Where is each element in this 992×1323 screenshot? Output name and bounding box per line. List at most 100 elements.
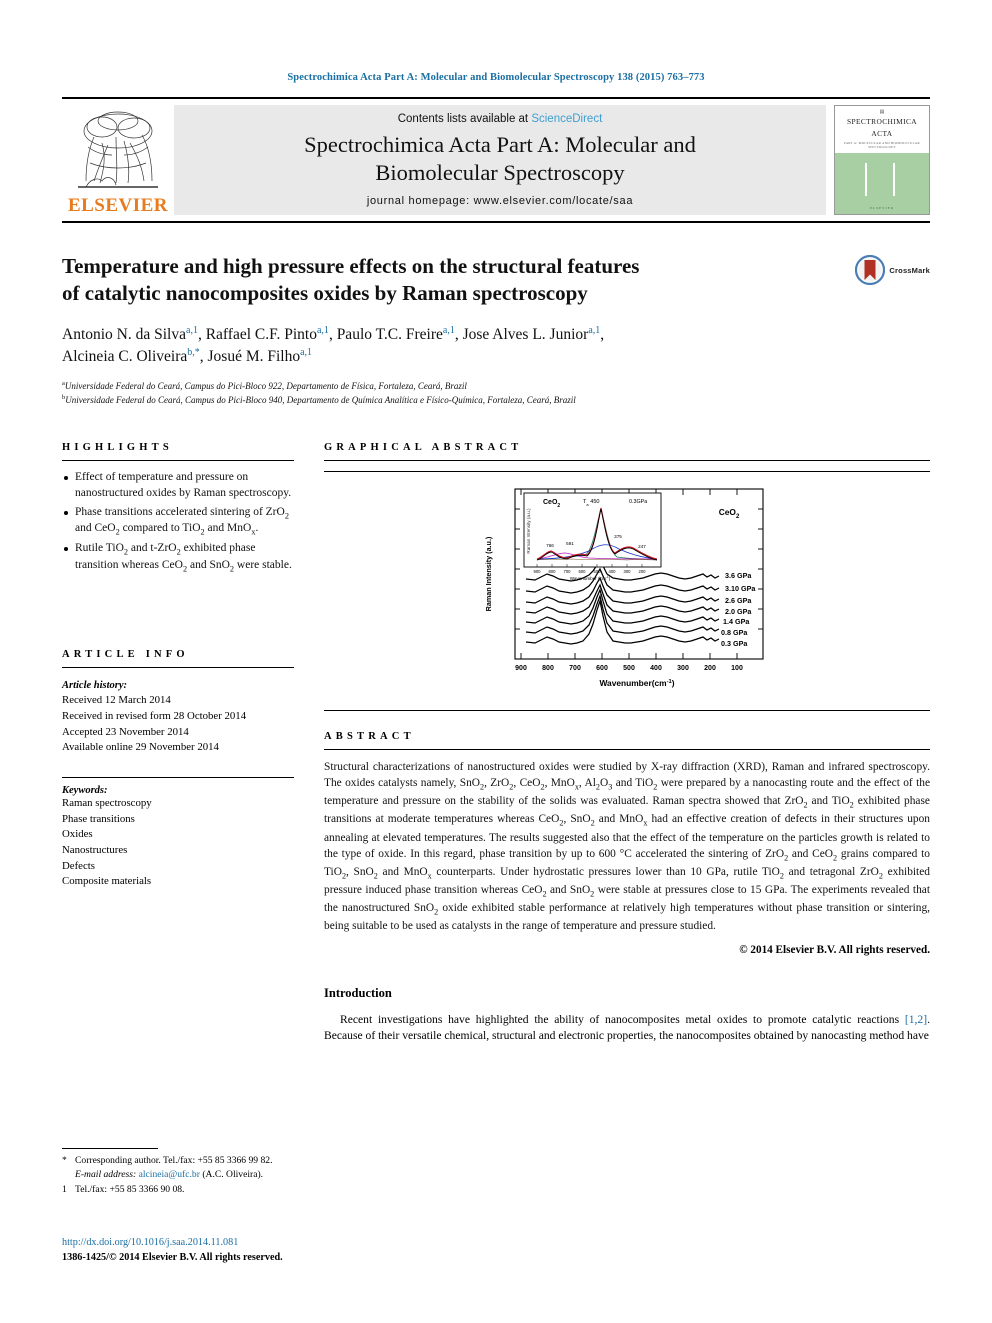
- corresponding-author-text: Corresponding author. Tel./fax: +55 85 3…: [75, 1155, 273, 1166]
- doi-link[interactable]: http://dx.doi.org/10.1016/j.saa.2014.11.…: [62, 1235, 283, 1250]
- svg-text:900: 900: [534, 569, 542, 574]
- author-item[interactable]: Antonio N. da Silvaa,1: [62, 324, 198, 343]
- affiliation-item: aUniversidade Federal do Ceará, Campus d…: [62, 379, 930, 394]
- cover-subtitle: PART A: MOLECULAR AND BIOMOLECULAR SPECT…: [844, 141, 920, 150]
- author-item[interactable]: Josué M. Filhoa,1: [208, 347, 313, 365]
- author-sep: ,: [197, 325, 206, 343]
- svg-text:600: 600: [596, 665, 608, 672]
- divider: [324, 459, 930, 461]
- footnote-mark-1: 1: [62, 1183, 67, 1195]
- sciencedirect-link[interactable]: ScienceDirect: [531, 113, 602, 125]
- series-label-0: 3.6 GPa: [725, 571, 752, 580]
- inset-ylabel: Raman Intensity (a.u.): [526, 508, 531, 554]
- list-item: Phase transitions: [62, 812, 135, 825]
- cover-title-line2: ACTA: [871, 128, 893, 138]
- crossmark-badge[interactable]: CrossMark: [855, 255, 930, 285]
- introduction-paragraph: Recent investigations have highlighted t…: [324, 1012, 930, 1045]
- email-link[interactable]: alcineia@ufc.br: [139, 1169, 200, 1180]
- list-item: Rutile TiO2 and t-ZrO2 exhibited phase t…: [62, 541, 294, 574]
- highlights-heading: HIGHLIGHTS: [62, 441, 173, 453]
- article-info-block: ARTICLE INFO Article history: Received 1…: [62, 649, 294, 889]
- affiliation-list: aUniversidade Federal do Ceará, Campus d…: [62, 379, 930, 408]
- svg-text:500: 500: [594, 569, 602, 574]
- journal-homepage[interactable]: journal homepage: www.elsevier.com/locat…: [367, 195, 633, 207]
- author-name: Paulo T.C. Freire: [336, 325, 443, 343]
- paper-page: Spectrochimica Acta Part A: Molecular an…: [0, 0, 992, 1323]
- author-sep: ,: [454, 325, 463, 343]
- divider: [62, 777, 294, 778]
- svg-text:500: 500: [623, 665, 635, 672]
- author-item[interactable]: Alcineia C. Oliveirab,*: [62, 347, 200, 366]
- author-marks: a,1: [442, 324, 455, 336]
- journal-title: Spectrochimica Acta Part A: Molecular an…: [304, 131, 696, 186]
- author-marks: a,1: [316, 324, 329, 336]
- list-item: Received 12 March 2014: [62, 694, 171, 707]
- article-history: Article history: Received 12 March 2014 …: [62, 678, 294, 756]
- article-history-list: Received 12 March 2014 Received in revis…: [62, 693, 294, 756]
- page-title: Temperature and high pressure effects on…: [62, 253, 762, 308]
- keywords-list: Raman spectroscopy Phase transitions Oxi…: [62, 796, 294, 890]
- cover-title-line1: SPECTROCHIMICA: [846, 117, 918, 126]
- journal-masthead: ELSEVIER Contents lists available at Sci…: [62, 97, 930, 223]
- introduction-region: Introduction Recent investigations have …: [62, 986, 930, 1045]
- list-item: Nanostructures: [62, 843, 128, 856]
- affiliation-text: Universidade Federal do Ceará, Campus do…: [65, 395, 576, 406]
- keywords-block: Keywords: Raman spectroscopy Phase trans…: [62, 768, 294, 890]
- cover-footer: ELSEVIER: [869, 206, 894, 210]
- raman-spectra-chart: Raman Intensity (a.u.) 900 800 700 600 5…: [484, 488, 764, 688]
- crossmark-icon: [855, 255, 886, 285]
- author-marks: a,1: [588, 324, 601, 336]
- elsevier-logo: ELSEVIER: [62, 105, 174, 215]
- svg-text:400: 400: [609, 569, 617, 574]
- intro-left-spacer: [62, 986, 294, 1045]
- svg-text:600: 600: [579, 569, 587, 574]
- svg-text:900: 900: [515, 665, 527, 672]
- svg-text:300: 300: [677, 665, 689, 672]
- author-item[interactable]: Jose Alves L. Juniora,1: [463, 324, 601, 343]
- abstract-heading: ABSTRACT: [324, 730, 415, 742]
- author-item[interactable]: Raffael C.F. Pintoa,1: [205, 324, 329, 343]
- inset-peak-label-1: 591: [566, 541, 574, 546]
- author-sep: ,: [328, 325, 337, 343]
- title-block: CrossMark Temperature and high pressure …: [62, 253, 930, 408]
- author-marks: a,1: [186, 324, 198, 336]
- author-name: Raffael C.F. Pinto: [205, 325, 317, 343]
- list-item: Available online 29 November 2014: [62, 741, 219, 754]
- inset-peak-label-2: 375: [614, 534, 622, 539]
- affiliation-item: bUniversidade Federal do Ceará, Campus d…: [62, 393, 930, 408]
- svg-text:700: 700: [569, 665, 581, 672]
- journal-title-line2: Biomolecular Spectroscopy: [375, 159, 625, 185]
- author-sep: ,: [600, 325, 605, 343]
- highlights-and-abstract-region: HIGHLIGHTS Effect of temperature and pre…: [62, 442, 930, 956]
- contents-line: Contents lists available at ScienceDirec…: [398, 113, 603, 125]
- citation-link[interactable]: [1,2]: [905, 1013, 927, 1026]
- list-item: Phase transitions accelerated sintering …: [62, 505, 294, 538]
- divider: [62, 667, 294, 669]
- corresponding-author-mark: *: [62, 1155, 67, 1166]
- graphical-abstract-figure: Raman Intensity (a.u.) 900 800 700 600 5…: [324, 470, 930, 711]
- svg-text:700: 700: [564, 569, 572, 574]
- graphical-abstract-frame: Raman Intensity (a.u.) 900 800 700 600 5…: [324, 470, 930, 711]
- svg-text:800: 800: [542, 665, 554, 672]
- cover-top: ▤ SPECTROCHIMICA ACTA PART A: MOLECULAR …: [835, 106, 929, 151]
- introduction-heading: Introduction: [324, 985, 392, 1000]
- footnote-block: * Corresponding author. Tel./fax: +55 85…: [62, 1148, 362, 1197]
- author-item[interactable]: Paulo T.C. Freirea,1: [336, 324, 455, 343]
- inset-xlabel: Wavenumber (cm-1): [570, 575, 611, 581]
- doi-block: http://dx.doi.org/10.1016/j.saa.2014.11.…: [62, 1235, 283, 1266]
- footnote-text-1: Tel./fax: +55 85 3366 90 08.: [75, 1183, 185, 1195]
- corresponding-author-note: * Corresponding author. Tel./fax: +55 85…: [62, 1154, 362, 1168]
- list-item: Raman spectroscopy: [62, 797, 152, 809]
- svg-text:300: 300: [624, 569, 632, 574]
- list-item: Oxides: [62, 828, 93, 841]
- article-title-line1: Temperature and high pressure effects on…: [62, 254, 640, 278]
- affiliation-text: Universidade Federal do Ceará, Campus do…: [64, 380, 467, 391]
- abstract-block: ABSTRACT Structural characterizations of…: [324, 731, 930, 956]
- chart-ylabel: Raman Intensity (a.u.): [484, 536, 493, 611]
- series-label-6: 0.3 GPa: [721, 639, 748, 648]
- inset-pressure-label: 0.3GPa: [629, 499, 647, 505]
- author-name: Alcineia C. Oliveira: [62, 348, 188, 366]
- cover-mini-logo-icon: ▤: [879, 110, 885, 115]
- list-item: Effect of temperature and pressure on na…: [62, 470, 294, 502]
- series-label-5: 0.8 GPa: [721, 628, 748, 637]
